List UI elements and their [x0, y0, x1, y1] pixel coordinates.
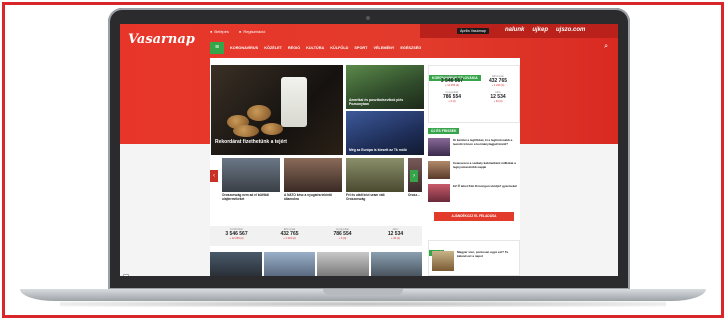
fresh-badge: ÚJ ÉS FRISSEK [428, 128, 460, 134]
right-column: KORONAVÍRUS SZLOVÁKIA Fertőzöttek 3 546 5… [428, 58, 520, 276]
fresh-image [428, 184, 450, 202]
covid-stat: Elhunytak 432 765 + 1 234 (ő) [475, 75, 521, 87]
chat-icon[interactable] [123, 274, 129, 276]
cookie-image [261, 123, 283, 135]
brand-links: nalunk ujkep ujszo.com [505, 27, 585, 33]
fresh-article[interactable]: Ki kerület a legfőbbet, ki a legfontosab… [428, 138, 520, 158]
stat-delta: + 1 234 (ő) [491, 84, 505, 87]
fresh-image [428, 161, 450, 179]
promo-button[interactable]: AJÁNDÉKOZZ EL FELADÁSA [434, 212, 514, 221]
laptop-notch [323, 289, 403, 295]
covid-stat: Aktív 12 534 + 34 (ő) [475, 91, 521, 103]
nav-item[interactable]: KULTÚRA [306, 46, 324, 50]
stat-delta: + 12 259 (ő) [444, 84, 460, 87]
stat-delta: + 6 (ő) [338, 237, 347, 240]
fresh-title: Ceausescu a székely kabinetként millióka… [453, 161, 516, 169]
hamburger-menu-icon[interactable]: ≡ [210, 42, 224, 54]
strip-title: Orosz... [408, 193, 420, 197]
featured-title: Rekordárat fizethetünk a tejért [215, 139, 287, 145]
strip-image [284, 158, 342, 192]
covid-stats: Fertőzöttek 3 546 567 + 12 259 (ő) Elhunyt… [210, 226, 422, 246]
kave-text: Magyar vicc, pontosan ugye ezt? Te kalan… [457, 250, 509, 258]
strip-title: Fél és utált kézi uram vált Oroszország [346, 193, 385, 201]
stat-delta: + 12 259 (ő) [229, 237, 244, 240]
covid-stat: Fertőzöttek 3 546 567 + 12 259 (ő) [210, 226, 263, 246]
nav-item[interactable]: VÉLEMÉNY [373, 46, 394, 50]
login-link[interactable]: ● Belépés [210, 29, 229, 34]
kave-image [432, 251, 454, 271]
cookie-image [247, 105, 271, 121]
nav-item[interactable]: SPORT [354, 46, 367, 50]
cookie-image [233, 125, 259, 137]
fresh-title: EZ Ő lehet Kim Dzsongun utódja? gyermeke… [453, 184, 518, 188]
search-icon[interactable]: ⌕ [604, 43, 608, 51]
register-link[interactable]: ● Regisztráció [239, 29, 265, 34]
brand-link[interactable]: ujszo.com [556, 27, 585, 33]
bottom-thumbnails [210, 252, 422, 276]
nav-item[interactable]: KÖZÉLET [264, 46, 282, 50]
covid-stat: Gyógyultak 786 554 + 6 (ő) [316, 226, 369, 246]
brand-link[interactable]: ujkep [532, 27, 548, 33]
april-button[interactable]: Április Vasárnap [457, 28, 489, 34]
stat-delta: + 34 (ő) [390, 237, 400, 240]
strip-image [346, 158, 404, 192]
nav-items: KORONAVÍRUS KÖZÉLET RÉGIÓ KULTÚRA KÜLFÖL… [230, 46, 421, 50]
fresh-title: Ki kerület a legfőbbet, ki a legfontosab… [453, 138, 513, 146]
thumbnail[interactable] [210, 252, 262, 276]
laptop-screen: Vasarnap ● Belépés ● Regisztráció Április … [120, 24, 618, 276]
strip-article[interactable]: Oroszország nem ad el külföldi olajtermé… [222, 158, 280, 216]
stat-delta: + 6 (ő) [448, 100, 456, 103]
user-icon: ● [210, 29, 213, 34]
covid-stat: Fertőzöttek 3 546 567 + 12 259 (ő) [429, 75, 475, 87]
milk-bottle-image [281, 77, 307, 127]
nav-item[interactable]: RÉGIÓ [288, 46, 300, 50]
stat-delta: + 1 234 (ő) [283, 237, 296, 240]
nav-item[interactable]: KÜLFÖLD [330, 46, 348, 50]
site-logo[interactable]: Vasarnap [128, 32, 195, 47]
person-icon: ● [238, 29, 242, 34]
brand-link[interactable]: nalunk [505, 27, 524, 33]
nav-item[interactable]: KORONAVÍRUS [230, 46, 258, 50]
thumbnail[interactable] [370, 252, 422, 276]
news-tile[interactable]: Amerikai és posztbolsevikok plés Pozsony… [346, 65, 424, 109]
login-label: Belépés [214, 29, 229, 34]
thumbnail[interactable] [263, 252, 315, 276]
kave-box[interactable]: KÁVÉ Magyar vicc, pontosan ugye ezt? Te … [428, 240, 520, 276]
strip-title: Oroszország nem ad el külföldi olajtermé… [222, 193, 270, 201]
strip-article[interactable]: Orosz... [408, 158, 422, 216]
tile-caption: Amerikai és posztbolsevikok plés Pozsony… [349, 97, 404, 106]
fresh-article[interactable]: EZ Ő lehet Kim Dzsongun utódja? gyermeke… [428, 184, 520, 204]
camera-icon [366, 16, 370, 20]
covid-panel-side: KORONAVÍRUS SZLOVÁKIA Fertőzöttek 3 546 5… [428, 65, 520, 123]
strip-title: A NATO kész a nyugatra tekintő államokra [284, 193, 332, 201]
laptop-shadow [60, 301, 666, 307]
news-tile[interactable]: Még az Európa is kiesett az Tk móló [346, 111, 424, 155]
thumbnail[interactable] [317, 252, 369, 276]
nav-item[interactable]: EGÉSZSÉG [400, 46, 421, 50]
featured-article[interactable]: Rekordárat fizethetünk a tejért [211, 65, 343, 155]
strip-article[interactable]: A NATO kész a nyugatra tekintő államokra [284, 158, 342, 216]
register-label: Regisztráció [243, 29, 266, 34]
covid-panel-bottom: KORONAVÍRUS SZLOVÁKIA Fertőzöttek3 546 5… [210, 218, 422, 246]
tile-caption: Még az Európa is kiesett az Tk móló [349, 147, 407, 152]
covid-stat: Gyógyultak 786 554 + 6 (ő) [429, 91, 475, 103]
fresh-image [428, 138, 450, 156]
prev-arrow-icon[interactable]: ‹ [210, 170, 218, 182]
next-arrow-icon[interactable]: › [410, 170, 418, 182]
main-content: Rekordárat fizethetünk a tejért Amerikai… [210, 58, 520, 276]
covid-stats: Fertőzöttek 3 546 567 + 12 259 (ő) Elhunyt… [429, 75, 521, 103]
strip-article[interactable]: Fél és utált kézi uram vált Oroszország [346, 158, 404, 216]
strip-image [222, 158, 280, 192]
main-nav: ≡ KORONAVÍRUS KÖZÉLET RÉGIÓ KULTÚRA KÜLF… [210, 42, 618, 54]
covid-stat: Elhunytak 432 765 + 1 234 (ő) [263, 226, 316, 246]
topbar: ● Belépés ● Regisztráció [210, 29, 265, 34]
fresh-article[interactable]: Ceausescu a székely kabinetként millióka… [428, 161, 520, 181]
stat-delta: + 34 (ő) [493, 100, 503, 103]
covid-stat: Aktív 12 534 + 34 (ő) [369, 226, 422, 246]
